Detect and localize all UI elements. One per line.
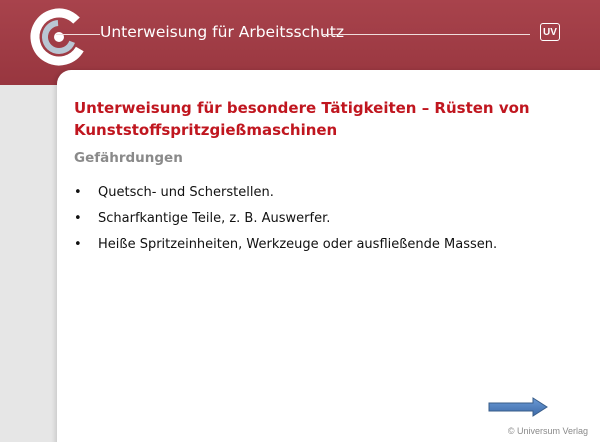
header-divider-right [323, 34, 530, 35]
slide-page: Unterweisung für Arbeitsschutz UV Unterw… [0, 0, 600, 442]
bullet-item: Heiße Spritzeinheiten, Werkzeuge oder au… [74, 232, 497, 258]
section-title: Gefährdungen [74, 150, 183, 166]
uv-badge: UV [540, 23, 560, 41]
universum-logo-icon [30, 8, 88, 66]
copyright-text: © Universum Verlag [507, 426, 588, 436]
header-title: Unterweisung für Arbeitsschutz [100, 23, 345, 41]
slide-title: Unterweisung für besondere Tätigkeiten –… [74, 99, 530, 139]
arrow-right-icon[interactable] [487, 397, 549, 417]
bullet-list: Quetsch- und Scherstellen. Scharfkantige… [74, 180, 497, 258]
header-divider-left [56, 34, 100, 35]
bullet-item: Scharfkantige Teile, z. B. Auswerfer. [74, 206, 497, 232]
bullet-item: Quetsch- und Scherstellen. [74, 180, 497, 206]
